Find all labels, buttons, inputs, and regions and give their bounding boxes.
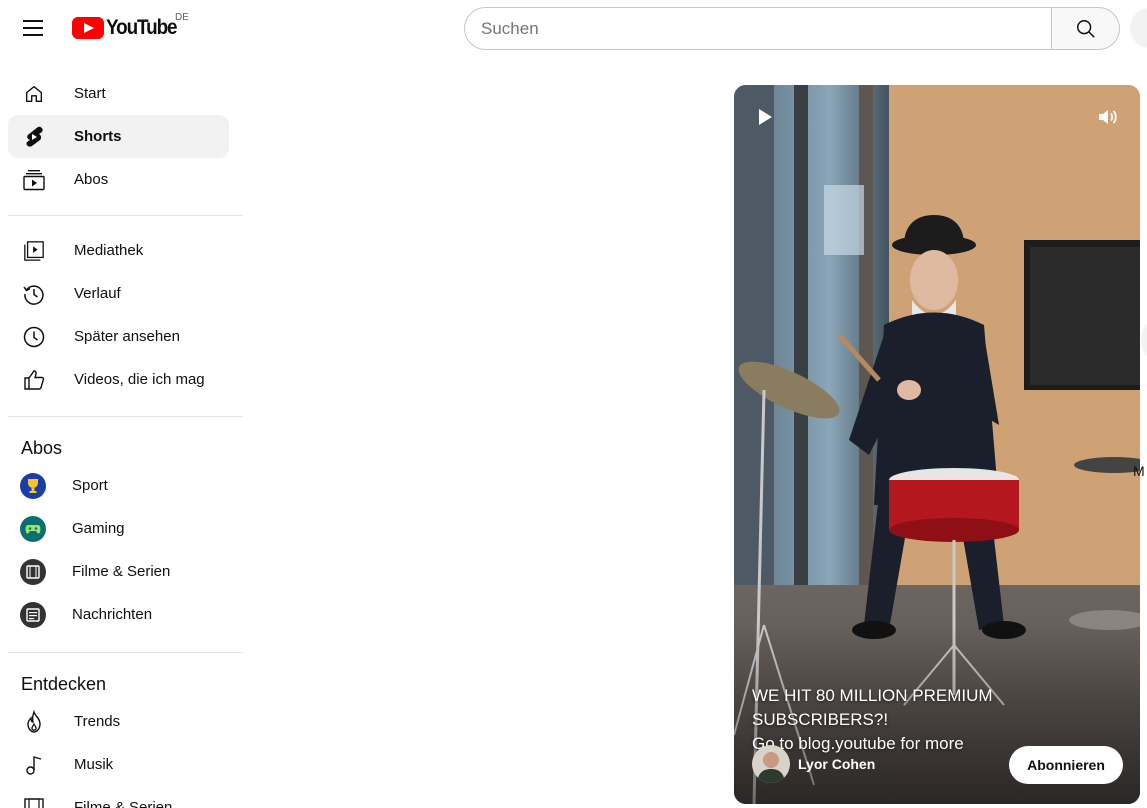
music-icon (22, 753, 46, 777)
channel-row: Lyor Cohen (752, 745, 875, 783)
voice-search-button[interactable] (1130, 8, 1147, 48)
sidebar-item-label: Verlauf (74, 285, 121, 302)
subscriptions-section-title: Abos (21, 438, 63, 458)
sidebar-item-label: Abos (74, 171, 109, 188)
news-channel-icon (20, 601, 46, 628)
menu-icon[interactable] (13, 8, 53, 48)
sidebar-item-filme-serien-explore[interactable]: Filme & Serien (8, 786, 229, 808)
sidebar-item-label: Filme & Serien (74, 799, 173, 808)
sport-channel-icon (20, 472, 46, 499)
sidebar: Start Shorts Abos Mediathek Verlauf Spät… (0, 56, 246, 808)
search-input[interactable] (464, 7, 1051, 50)
sidebar-item-start[interactable]: Start (8, 72, 229, 115)
sidebar-item-gaming[interactable]: Gaming (8, 507, 229, 550)
sidebar-item-label: Sport (72, 477, 108, 494)
trending-icon (22, 709, 46, 734)
sidebar-item-filme-serien[interactable]: Filme & Serien (8, 550, 229, 593)
channel-name[interactable]: Lyor Cohen (798, 756, 875, 772)
search-button[interactable] (1051, 7, 1120, 50)
film-icon (22, 796, 46, 808)
sidebar-item-label: Musik (74, 756, 114, 773)
subscribe-button[interactable]: Abonnieren (1009, 746, 1123, 784)
youtube-logo[interactable]: YouTube DE (72, 12, 189, 42)
edge-label: M (1133, 463, 1145, 479)
sidebar-item-sport[interactable]: Sport (8, 464, 229, 507)
avatar[interactable] (752, 745, 790, 783)
history-icon (22, 282, 46, 306)
volume-icon[interactable] (1096, 105, 1120, 129)
watch-later-icon (22, 325, 46, 349)
sidebar-item-label: Mediathek (74, 242, 144, 259)
subscriptions-icon (22, 168, 46, 192)
library-icon (22, 239, 46, 263)
top-header: YouTube DE (0, 0, 1147, 56)
caption-line-1: WE HIT 80 MILLION PREMIUM SUBSCRIBERS?! (752, 686, 993, 729)
divider (8, 652, 243, 653)
home-icon (22, 82, 46, 106)
sidebar-item-label: Nachrichten (72, 606, 153, 623)
sidebar-item-label: Start (74, 85, 106, 102)
sidebar-item-label: Videos, die ich mag (74, 371, 205, 388)
sidebar-item-label: Gaming (72, 520, 125, 537)
logo-text: YouTube (106, 16, 178, 39)
movies-channel-icon (20, 558, 46, 585)
sidebar-item-musik[interactable]: Musik (8, 743, 229, 786)
youtube-play-icon (72, 17, 104, 39)
sidebar-item-nachrichten[interactable]: Nachrichten (8, 593, 229, 636)
play-icon[interactable] (752, 105, 776, 129)
thumbs-up-icon (22, 368, 46, 392)
sidebar-item-label: Shorts (74, 128, 122, 145)
next-short-button[interactable] (1141, 320, 1147, 360)
country-code: DE (175, 12, 189, 23)
divider (8, 215, 243, 216)
sidebar-item-mediathek[interactable]: Mediathek (8, 229, 229, 272)
gaming-channel-icon (20, 515, 46, 542)
explore-section-title: Entdecken (21, 674, 107, 694)
sidebar-item-label: Filme & Serien (72, 563, 171, 580)
sidebar-item-label: Trends (74, 713, 121, 730)
sidebar-item-liked-videos[interactable]: Videos, die ich mag (8, 358, 229, 401)
sidebar-item-abos[interactable]: Abos (8, 158, 229, 201)
search-icon (1076, 19, 1095, 38)
sidebar-item-spaeter-ansehen[interactable]: Später ansehen (8, 315, 229, 358)
sidebar-item-trends[interactable]: Trends (8, 700, 229, 743)
divider (8, 416, 243, 417)
sidebar-item-shorts[interactable]: Shorts (8, 115, 229, 158)
sidebar-item-label: Später ansehen (74, 328, 180, 345)
shorts-icon (22, 125, 46, 149)
search-bar (464, 7, 1120, 50)
shorts-player[interactable]: WE HIT 80 MILLION PREMIUM SUBSCRIBERS?! … (734, 85, 1140, 804)
sidebar-item-verlauf[interactable]: Verlauf (8, 272, 229, 315)
